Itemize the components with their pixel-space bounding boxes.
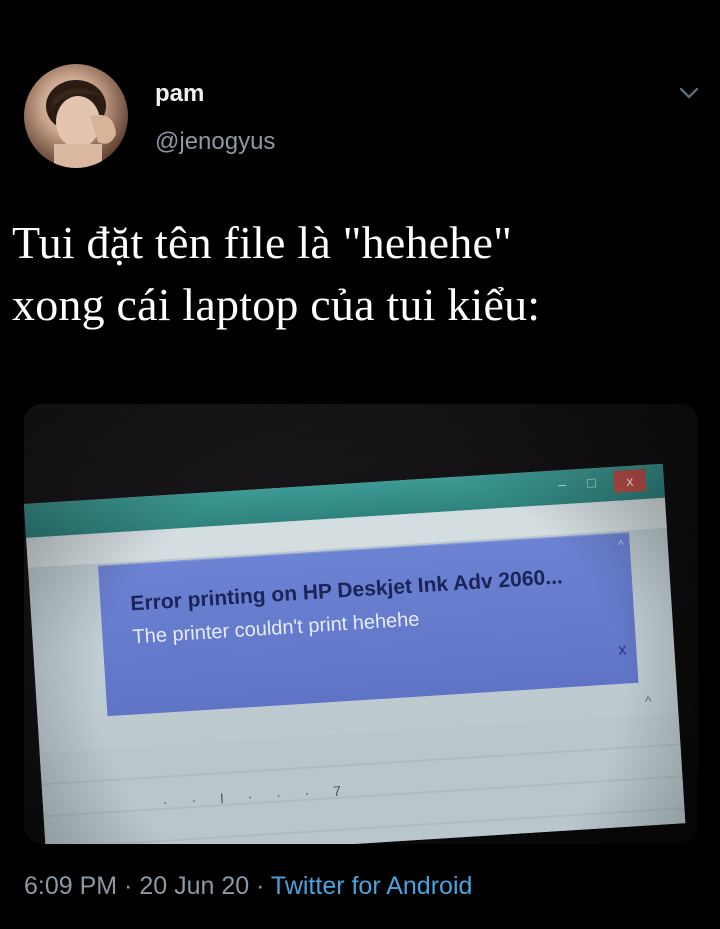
- notification-title: Error printing on HP Deskjet Ink Adv 206…: [129, 565, 564, 616]
- document-area: [39, 713, 686, 844]
- meta-separator: ·: [117, 872, 140, 900]
- tweet-source-link[interactable]: Twitter for Android: [271, 872, 472, 900]
- scroll-up-icon: ^: [644, 692, 653, 710]
- notification-close-icon: x: [617, 641, 627, 659]
- tweet-date[interactable]: 20 Jun 20: [139, 872, 249, 900]
- avatar[interactable]: [24, 64, 128, 168]
- tweet-text-line: Tui đặt tên file là "hehehe": [12, 217, 513, 268]
- laptop-screen: – □ x · · I · · · 7 ^ ^ Error printing o…: [24, 463, 686, 844]
- maximize-icon: □: [586, 474, 597, 491]
- author-display-name[interactable]: pam: [155, 80, 204, 108]
- error-notification: ^ Error printing on HP Deskjet Ink Adv 2…: [98, 532, 639, 717]
- chevron-down-icon[interactable]: [676, 80, 702, 106]
- expand-icon: ^: [617, 537, 625, 552]
- close-icon: x: [613, 468, 647, 493]
- tweet-text: Tui đặt tên file là "hehehe" xong cái la…: [12, 212, 712, 336]
- tweet-photo[interactable]: – □ x · · I · · · 7 ^ ^ Error printing o…: [24, 404, 698, 844]
- tweet-time[interactable]: 6:09 PM: [24, 872, 117, 900]
- tweet-text-line: xong cái laptop của tui kiểu:: [12, 279, 541, 330]
- avatar-photo: [46, 80, 116, 168]
- meta-separator: ·: [249, 872, 271, 900]
- minimize-icon: –: [557, 475, 567, 493]
- author-handle[interactable]: @jenogyus: [155, 128, 275, 156]
- notification-body: The printer couldn't print hehehe: [131, 608, 421, 649]
- tweet-meta: 6:09 PM · 20 Jun 20 · Twitter for Androi…: [24, 872, 472, 901]
